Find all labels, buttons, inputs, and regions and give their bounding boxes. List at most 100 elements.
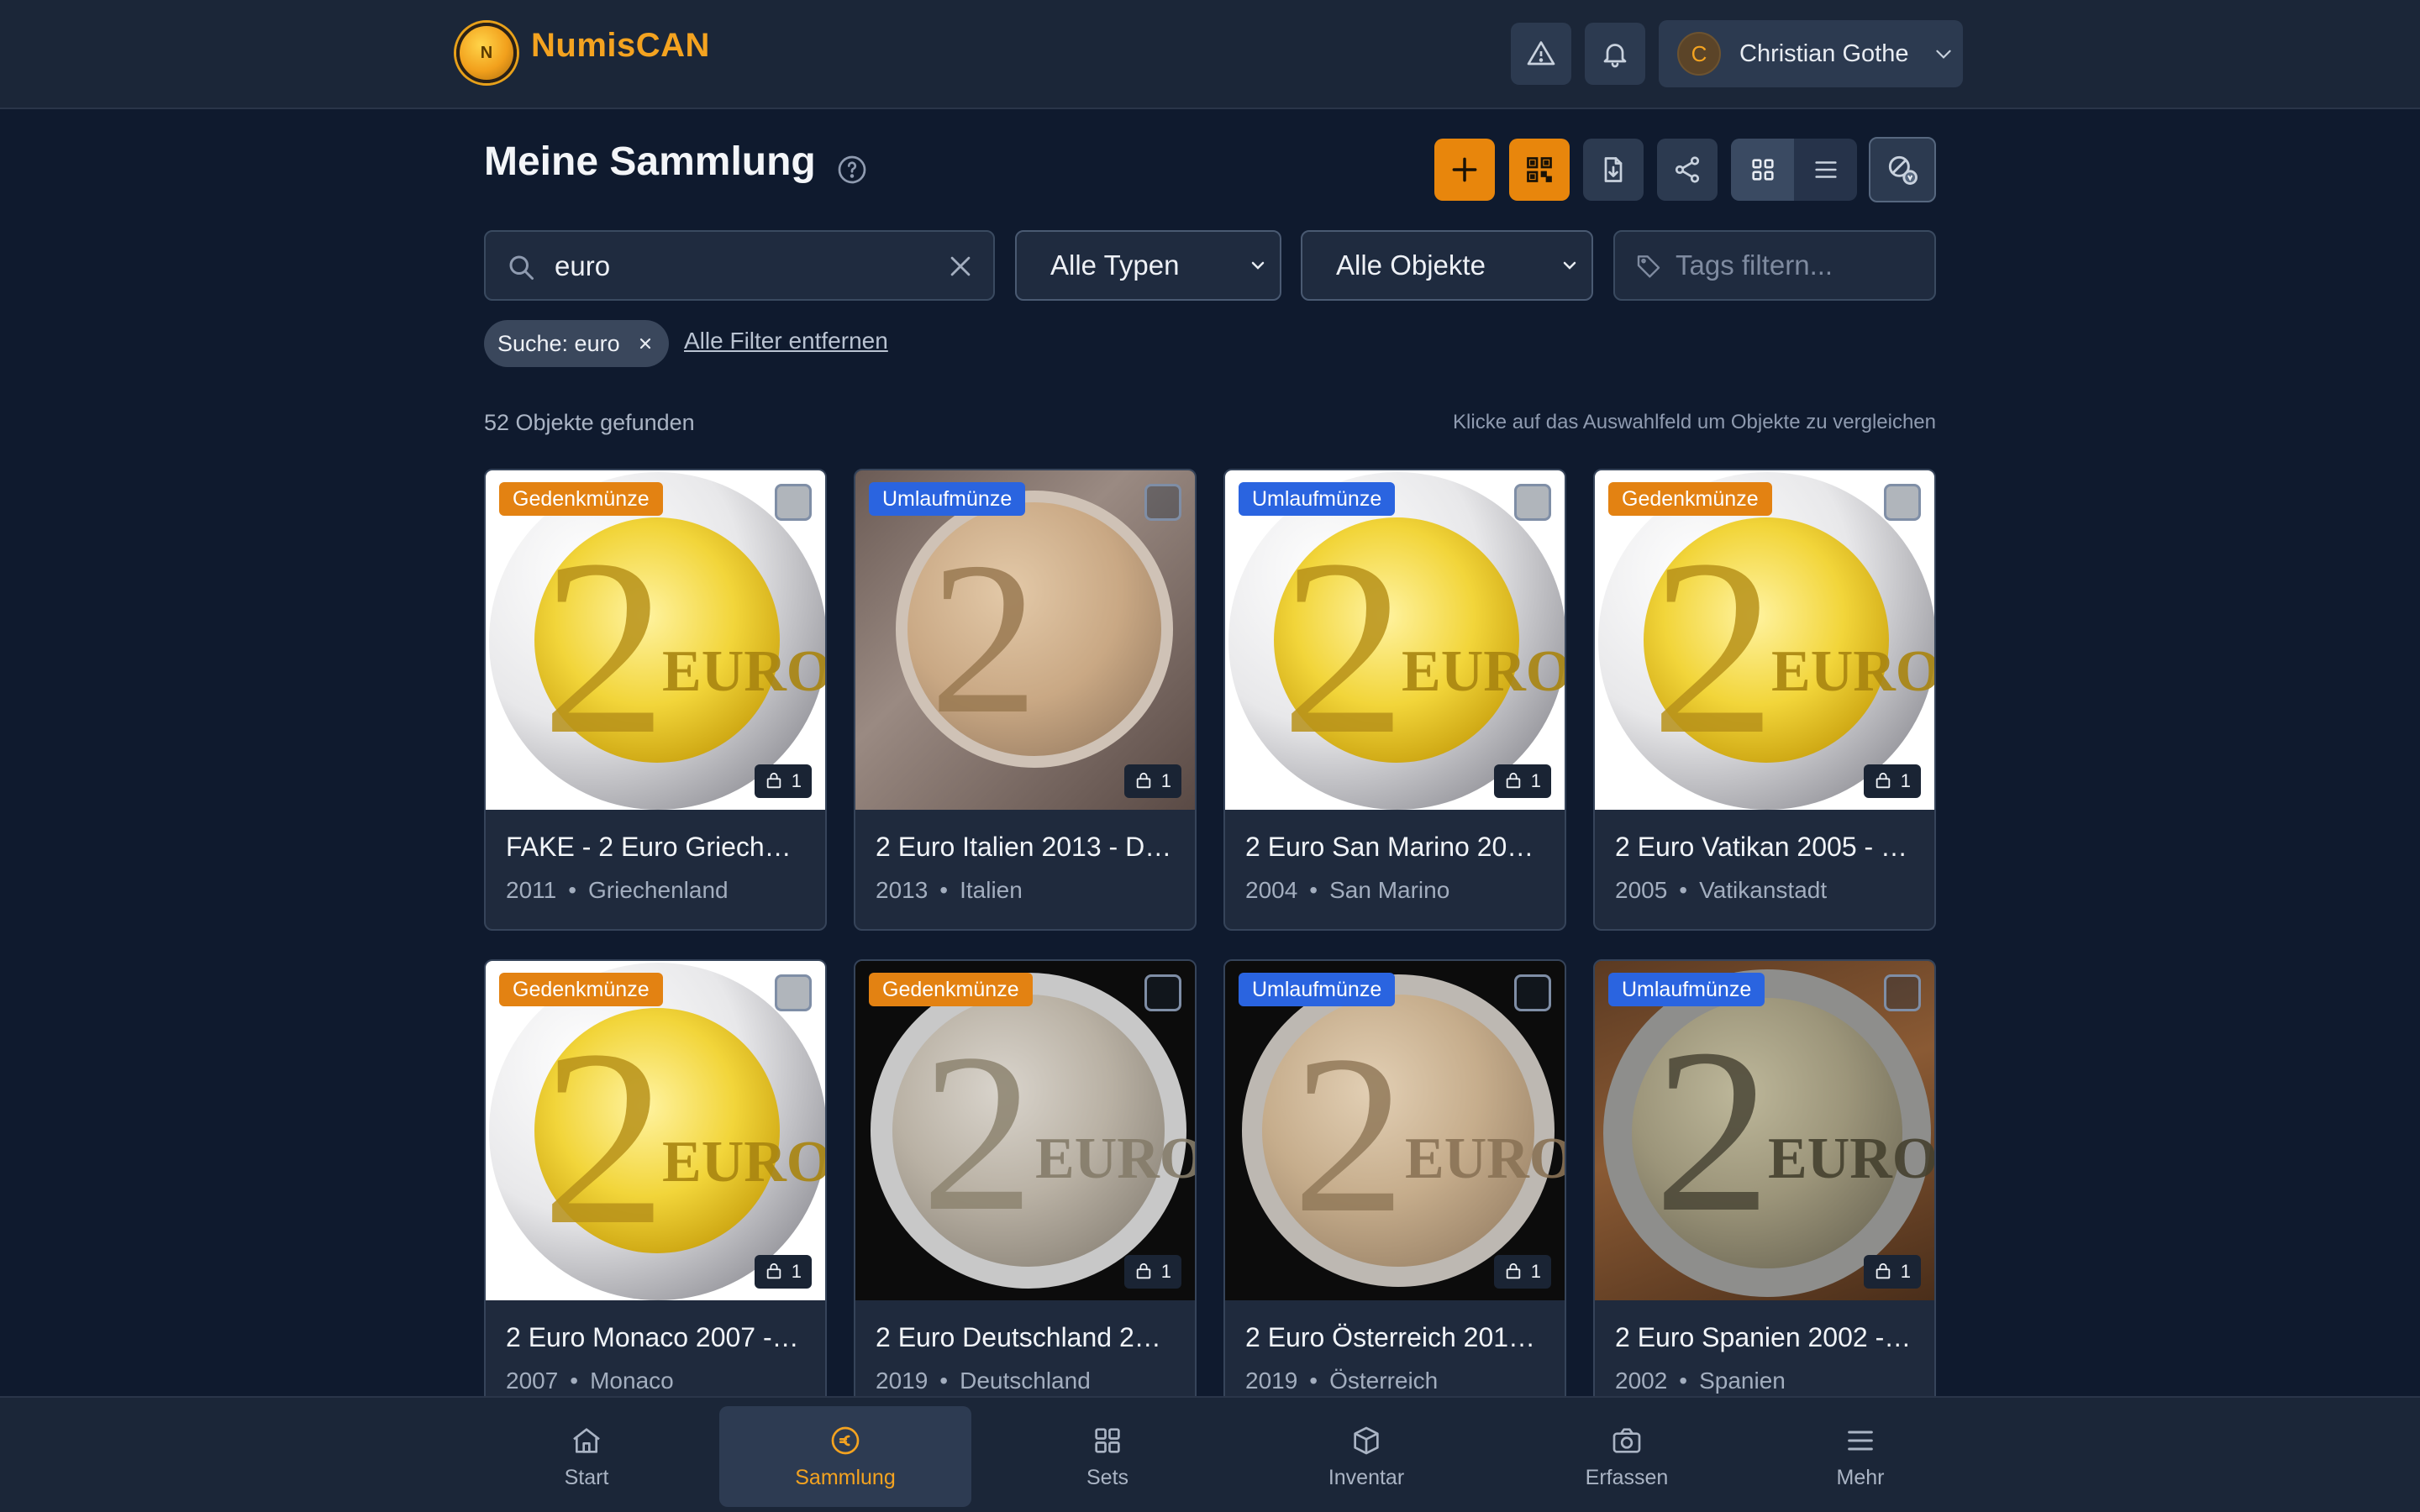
coin-meta: 2004 • San Marino bbox=[1245, 877, 1449, 904]
help-icon[interactable] bbox=[837, 155, 867, 185]
coin-meta: 2019 • Deutschland bbox=[876, 1368, 1091, 1394]
add-button[interactable] bbox=[1434, 139, 1495, 201]
coin-country: Monaco bbox=[590, 1368, 674, 1394]
share-button[interactable] bbox=[1657, 139, 1718, 201]
coin-title: 2 Euro Monaco 2007 -… bbox=[506, 1322, 799, 1352]
coin-word: EURO bbox=[662, 639, 825, 704]
warning-icon bbox=[1527, 41, 1555, 66]
clear-search-icon[interactable] bbox=[946, 252, 975, 281]
export-button[interactable] bbox=[1583, 139, 1644, 201]
compare-checkbox[interactable] bbox=[775, 484, 812, 521]
coin-meta: 2005 • Vatikanstadt bbox=[1615, 877, 1827, 904]
compare-hint: Klicke auf das Auswahlfeld um Objekte zu… bbox=[1453, 411, 1936, 433]
box-icon bbox=[1354, 1426, 1379, 1454]
notifications-button[interactable] bbox=[1585, 23, 1645, 85]
top-bar: N NumisCAN C Christian Gothe bbox=[0, 0, 2420, 109]
compare-checkbox[interactable] bbox=[1514, 484, 1551, 521]
coin-card[interactable]: 2 EURO Gedenkmünze 1 2 Euro Vatikan 2005… bbox=[1593, 469, 1936, 931]
nav-label: Sammlung bbox=[795, 1465, 896, 1489]
user-name: Christian Gothe bbox=[1739, 39, 1909, 67]
coin-word: EURO bbox=[1405, 1126, 1565, 1191]
coin-meta: 2002 • Spanien bbox=[1615, 1368, 1786, 1394]
app-logo[interactable]: N bbox=[456, 23, 517, 83]
object-select[interactable]: Alle Objekte bbox=[1301, 230, 1593, 301]
nav-item-erfassen[interactable]: Erfassen bbox=[1501, 1406, 1753, 1507]
list-view-button[interactable] bbox=[1794, 139, 1857, 201]
compare-checkbox[interactable] bbox=[1144, 484, 1181, 521]
box-icon bbox=[1506, 772, 1520, 789]
nav-label: Sets bbox=[1086, 1465, 1129, 1489]
bell-icon bbox=[1603, 44, 1627, 68]
quantity-badge: 1 bbox=[1863, 764, 1921, 798]
coin-meta: 2011 • Griechenland bbox=[506, 877, 729, 904]
compare-checkbox[interactable] bbox=[1514, 974, 1551, 1011]
coin-word: EURO bbox=[1035, 1126, 1195, 1191]
nav-item-inventar[interactable]: Inventar bbox=[1240, 1406, 1492, 1507]
coin-denomination: 2 bbox=[921, 1007, 1034, 1258]
clear-all-filters-link[interactable]: Alle Filter entfernen bbox=[684, 328, 888, 354]
compare-checkbox[interactable] bbox=[775, 974, 812, 1011]
warning-button[interactable] bbox=[1511, 23, 1571, 85]
compare-checkbox[interactable] bbox=[1144, 974, 1181, 1011]
box-icon bbox=[1506, 1263, 1520, 1279]
tag-filter-input[interactable] bbox=[1676, 244, 1928, 286]
box-icon bbox=[766, 1263, 781, 1279]
search-input[interactable] bbox=[555, 244, 908, 289]
coin-card[interactable]: 2 EURO Umlaufmünze 1 2 Euro San Marino 2… bbox=[1223, 469, 1566, 931]
object-select-value: Alle Objekte bbox=[1336, 249, 1486, 281]
app-brand[interactable]: NumisCAN bbox=[531, 27, 710, 65]
bottom-nav: Start Sammlung Sets Inventar Erfassen Me… bbox=[0, 1396, 2420, 1512]
coin-year: 2011 bbox=[506, 877, 557, 903]
separator: • bbox=[570, 1368, 579, 1394]
remove-filter-icon[interactable] bbox=[637, 335, 654, 352]
coin-word: EURO bbox=[1402, 639, 1565, 704]
coin-card[interactable]: 2 EURO Gedenkmünze 1 2 Euro Deutschland … bbox=[854, 959, 1197, 1421]
coin-image: 2 EURO Gedenkmünze 1 bbox=[486, 470, 825, 810]
coin-word: EURO bbox=[1768, 1126, 1934, 1191]
coin-country: Vatikanstadt bbox=[1699, 877, 1828, 903]
coin-card[interactable]: 2 EURO Gedenkmünze 1 FAKE - 2 Euro Griec… bbox=[484, 469, 827, 931]
quantity-value: 1 bbox=[791, 1261, 802, 1282]
grid-view-button[interactable] bbox=[1731, 139, 1794, 201]
coin-image: 2 Umlaufmünze 1 bbox=[855, 470, 1195, 810]
nav-item-mehr[interactable]: Mehr bbox=[1734, 1406, 1986, 1507]
type-badge: Umlaufmünze bbox=[869, 482, 1026, 516]
box-icon bbox=[1136, 772, 1150, 789]
coin-country: San Marino bbox=[1329, 877, 1450, 903]
qr-scan-button[interactable] bbox=[1509, 139, 1570, 201]
type-badge: Umlaufmünze bbox=[1239, 973, 1396, 1006]
file-download-icon bbox=[1604, 157, 1623, 182]
box-icon bbox=[1136, 1263, 1150, 1279]
user-menu[interactable]: C Christian Gothe bbox=[1659, 20, 1963, 87]
compare-checkbox[interactable] bbox=[1884, 974, 1921, 1011]
coin-card[interactable]: 2 EURO Gedenkmünze 1 2 Euro Monaco 2007 … bbox=[484, 959, 827, 1421]
avatar: C bbox=[1677, 32, 1721, 76]
type-select[interactable]: Alle Typen bbox=[1015, 230, 1281, 301]
quantity-badge: 1 bbox=[1123, 1255, 1181, 1289]
chevron-down-icon bbox=[1563, 261, 1576, 270]
nav-item-sammlung[interactable]: Sammlung bbox=[719, 1406, 971, 1507]
coin-card[interactable]: 2 Umlaufmünze 1 2 Euro Italien 2013 - D…… bbox=[854, 469, 1197, 931]
coin-country: Spanien bbox=[1699, 1368, 1786, 1394]
nav-item-start[interactable]: Start bbox=[460, 1406, 713, 1507]
compare-button[interactable] bbox=[1869, 137, 1936, 202]
nav-item-sets[interactable]: Sets bbox=[981, 1406, 1234, 1507]
tag-filter bbox=[1613, 230, 1936, 301]
compare-checkbox[interactable] bbox=[1884, 484, 1921, 521]
coin-meta: 2007 • Monaco bbox=[506, 1368, 674, 1394]
coin-card[interactable]: 2 EURO Umlaufmünze 1 2 Euro Spanien 2002… bbox=[1593, 959, 1936, 1421]
coin-year: 2019 bbox=[876, 1368, 929, 1394]
logo-letter: N bbox=[480, 43, 493, 62]
coin-image: 2 EURO Umlaufmünze 1 bbox=[1225, 961, 1565, 1300]
coin-year: 2004 bbox=[1245, 877, 1298, 903]
nav-label: Inventar bbox=[1328, 1465, 1405, 1489]
qr-code-icon bbox=[1527, 157, 1552, 182]
coin-title: 2 Euro Italien 2013 - D… bbox=[876, 832, 1172, 862]
search-icon bbox=[509, 255, 534, 280]
type-select-value: Alle Typen bbox=[1050, 249, 1180, 281]
coin-year: 2007 bbox=[506, 1368, 559, 1394]
coin-image: 2 EURO Gedenkmünze 1 bbox=[855, 961, 1195, 1300]
box-icon bbox=[1876, 1263, 1890, 1279]
coin-card[interactable]: 2 EURO Umlaufmünze 1 2 Euro Österreich 2… bbox=[1223, 959, 1566, 1421]
quantity-badge: 1 bbox=[1493, 764, 1551, 798]
